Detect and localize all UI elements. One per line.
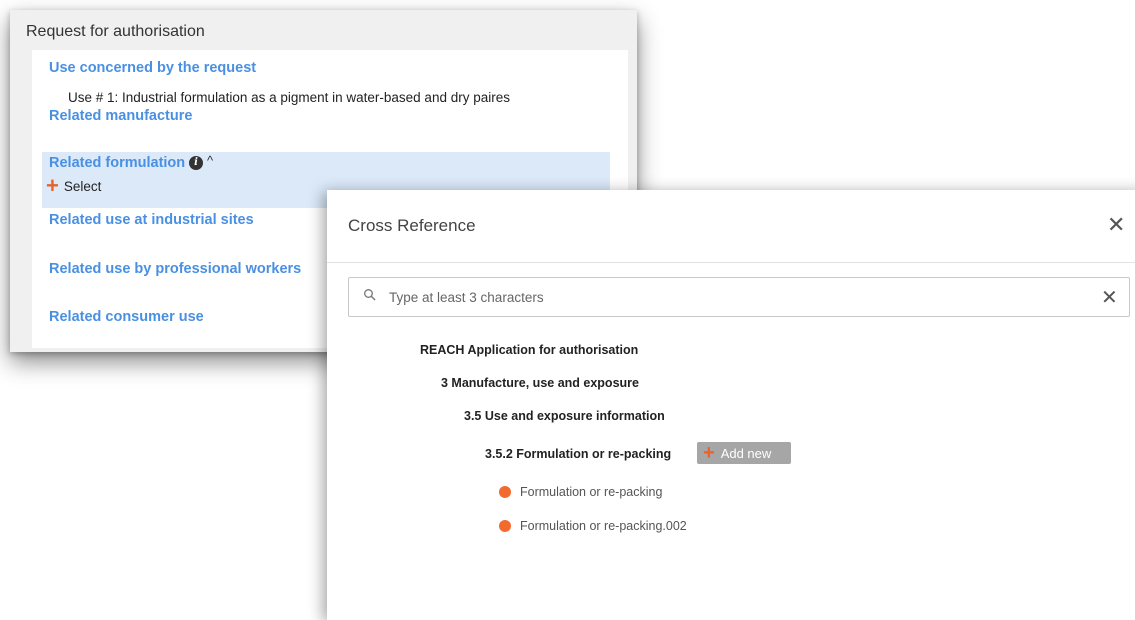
dialog-divider <box>327 262 1135 263</box>
use-concerned-link[interactable]: Use concerned by the request <box>49 60 256 76</box>
leaf-label: Formulation or re-packing.002 <box>520 519 687 533</box>
use-concerned-value: Use # 1: Industrial formulation as a pig… <box>68 90 510 105</box>
close-icon[interactable]: ✕ <box>1107 212 1125 238</box>
related-industrial-link[interactable]: Related use at industrial sites <box>49 212 254 228</box>
search-icon <box>364 289 376 301</box>
clear-search-icon[interactable]: ✕ <box>1101 285 1118 310</box>
tree-node-level2[interactable]: 3.5 Use and exposure information <box>464 409 665 423</box>
related-formulation-link[interactable]: Related formulation <box>49 155 185 171</box>
related-manufacture-link[interactable]: Related manufacture <box>49 108 192 124</box>
tree-node-root[interactable]: REACH Application for authorisation <box>420 343 638 357</box>
leaf-label: Formulation or re-packing <box>520 485 663 499</box>
panel-title: Request for authorisation <box>26 23 205 40</box>
plus-icon: + <box>703 442 715 464</box>
select-button[interactable]: + Select <box>46 173 102 198</box>
related-professional-link[interactable]: Related use by professional workers <box>49 261 301 277</box>
add-new-label: Add new <box>720 445 772 461</box>
tree-leaf-item[interactable]: Formulation or re-packing <box>499 485 662 499</box>
tree-leaf-item[interactable]: Formulation or re-packing.002 <box>499 519 687 533</box>
select-label: Select <box>63 178 102 194</box>
dialog-title: Cross Reference <box>348 216 476 235</box>
caret-up-icon[interactable]: ^ <box>207 153 213 168</box>
cross-reference-dialog: Cross Reference ✕ ✕ REACH Application fo… <box>327 190 1135 620</box>
plus-icon: + <box>46 173 59 198</box>
tree-node-level3[interactable]: 3.5.2 Formulation or re-packing <box>485 447 671 461</box>
info-icon[interactable]: i <box>189 156 203 170</box>
related-consumer-link[interactable]: Related consumer use <box>49 309 204 325</box>
dot-icon <box>499 486 511 498</box>
add-new-button[interactable]: + Add new <box>697 442 791 464</box>
search-box: ✕ <box>348 277 1130 317</box>
search-input[interactable] <box>389 287 1069 307</box>
tree-node-level1[interactable]: 3 Manufacture, use and exposure <box>441 376 639 390</box>
dot-icon <box>499 520 511 532</box>
